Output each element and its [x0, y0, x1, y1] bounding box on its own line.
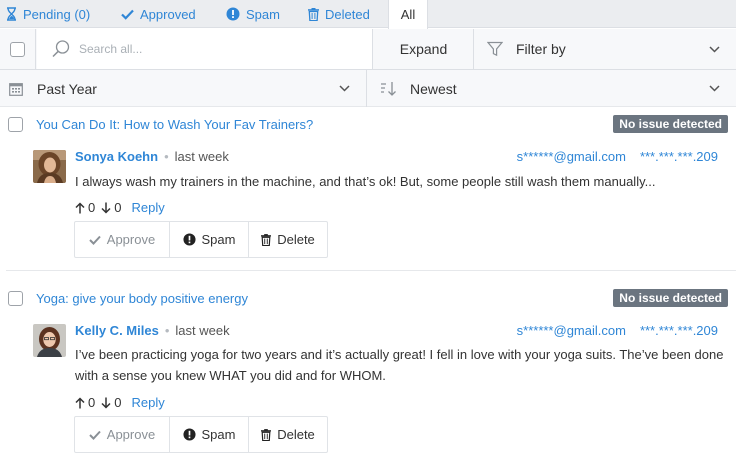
author-name: Sonya Koehn: [75, 149, 159, 164]
arrow-up-icon[interactable]: [75, 396, 85, 409]
avatar: [33, 324, 66, 357]
chevron-down-icon: [709, 46, 720, 53]
delete-label: Delete: [277, 232, 315, 247]
search-icon: [52, 40, 70, 58]
comment-checkbox[interactable]: [8, 291, 23, 306]
search-box: [37, 29, 373, 69]
separator-dot: •: [164, 323, 170, 338]
select-all-checkbox[interactable]: [10, 41, 25, 57]
delete-button[interactable]: Delete: [249, 417, 327, 452]
arrow-down-icon[interactable]: [101, 397, 111, 409]
sort-icon: [381, 81, 396, 96]
author-ip[interactable]: ***.***.***.209: [640, 323, 718, 338]
delete-button[interactable]: Delete: [249, 222, 327, 257]
expand-label: Expand: [399, 41, 448, 57]
post-title-link[interactable]: Yoga: give your body positive energy: [36, 291, 248, 306]
upvote-count: 0: [88, 200, 96, 215]
filter-label: Filter by: [516, 41, 566, 57]
spam-button[interactable]: Spam: [170, 417, 249, 452]
tab-pending-label: Pending (0): [23, 6, 91, 22]
author-email[interactable]: s******@gmail.com: [517, 149, 626, 164]
select-all-cell: [0, 29, 36, 69]
tab-spam-label: Spam: [246, 6, 280, 22]
alert-circle-icon: [182, 428, 196, 441]
calendar-icon: [9, 82, 23, 96]
author-ip[interactable]: ***.***.***.209: [640, 149, 718, 164]
spam-button[interactable]: Spam: [170, 222, 249, 257]
author-link[interactable]: Kelly C. Miles • last week: [75, 323, 230, 338]
alert-circle-icon: [182, 233, 196, 246]
comment-time: last week: [174, 149, 229, 164]
approve-button[interactable]: Approve: [75, 222, 170, 257]
comment-text: I always wash my trainers in the machine…: [75, 174, 656, 189]
hourglass-icon: [7, 7, 16, 21]
checkmark-icon: [89, 430, 101, 440]
author-contact: s******@gmail.com ***.***.***.209: [517, 323, 718, 338]
reply-link[interactable]: Reply: [131, 395, 164, 410]
comment-card: Yoga: give your body positive energy No …: [0, 289, 736, 459]
post-title-link[interactable]: You Can Do It: How to Wash Your Fav Trai…: [36, 117, 313, 132]
upvote-count: 0: [88, 395, 96, 410]
comment-card: You Can Do It: How to Wash Your Fav Trai…: [0, 115, 736, 267]
author-link[interactable]: Sonya Koehn • last week: [75, 149, 229, 164]
status-badge: No issue detected: [613, 115, 728, 133]
trash-icon: [261, 428, 272, 441]
vote-bar: 0 0 Reply: [75, 200, 165, 215]
toolbar: Expand Filter by: [0, 29, 736, 70]
spam-label: Spam: [201, 427, 236, 442]
tab-all[interactable]: All: [388, 0, 428, 29]
period-dropdown[interactable]: Past Year: [0, 70, 367, 107]
search-input[interactable]: [79, 42, 359, 56]
downvote-count: 0: [114, 395, 122, 410]
comment-time: last week: [175, 323, 230, 338]
separator-dot: •: [164, 149, 169, 164]
tab-all-label: All: [400, 7, 416, 22]
status-tabs: Pending (0) Approved Spam Deleted All: [0, 0, 736, 29]
delete-label: Delete: [277, 427, 315, 442]
trash-icon: [261, 233, 272, 246]
chevron-down-icon: [339, 85, 350, 92]
approve-label: Approve: [106, 232, 156, 247]
tab-deleted[interactable]: Deleted: [308, 0, 370, 28]
filter-icon: [487, 41, 503, 57]
approve-button[interactable]: Approve: [75, 417, 170, 452]
trash-icon: [308, 7, 319, 21]
author-name: Kelly C. Miles: [75, 323, 159, 338]
arrow-up-icon[interactable]: [75, 201, 85, 214]
downvote-count: 0: [114, 200, 122, 215]
comment-text: I’ve been practicing yoga for two years …: [75, 347, 724, 383]
alert-circle-icon: [226, 7, 240, 21]
author-contact: s******@gmail.com ***.***.***.209: [517, 149, 718, 164]
approve-label: Approve: [106, 427, 156, 442]
spam-label: Spam: [201, 232, 236, 247]
order-dropdown[interactable]: Newest: [368, 70, 736, 107]
moderation-actions: Approve Spam Delete: [74, 221, 328, 258]
chevron-down-icon: [709, 85, 720, 92]
sort-bar: Past Year Newest: [0, 70, 736, 107]
order-label: Newest: [410, 80, 457, 97]
tab-approved[interactable]: Approved: [121, 0, 196, 28]
filter-dropdown[interactable]: Filter by: [475, 29, 736, 69]
vote-bar: 0 0 Reply: [75, 395, 165, 410]
status-badge: No issue detected: [613, 289, 728, 307]
moderation-actions: Approve Spam Delete: [74, 416, 328, 453]
arrow-down-icon[interactable]: [101, 202, 111, 214]
expand-button[interactable]: Expand: [374, 29, 474, 69]
tab-spam[interactable]: Spam: [226, 0, 280, 28]
checkmark-icon: [89, 235, 101, 245]
period-label: Past Year: [37, 80, 97, 97]
comment-checkbox[interactable]: [8, 117, 23, 132]
tab-pending[interactable]: Pending (0): [6, 0, 90, 28]
tab-deleted-label: Deleted: [325, 6, 370, 22]
author-email[interactable]: s******@gmail.com: [517, 323, 626, 338]
tab-approved-label: Approved: [140, 6, 196, 22]
avatar: [33, 150, 66, 183]
checkmark-icon: [121, 9, 134, 20]
comment-divider: [6, 270, 736, 271]
reply-link[interactable]: Reply: [131, 200, 164, 215]
